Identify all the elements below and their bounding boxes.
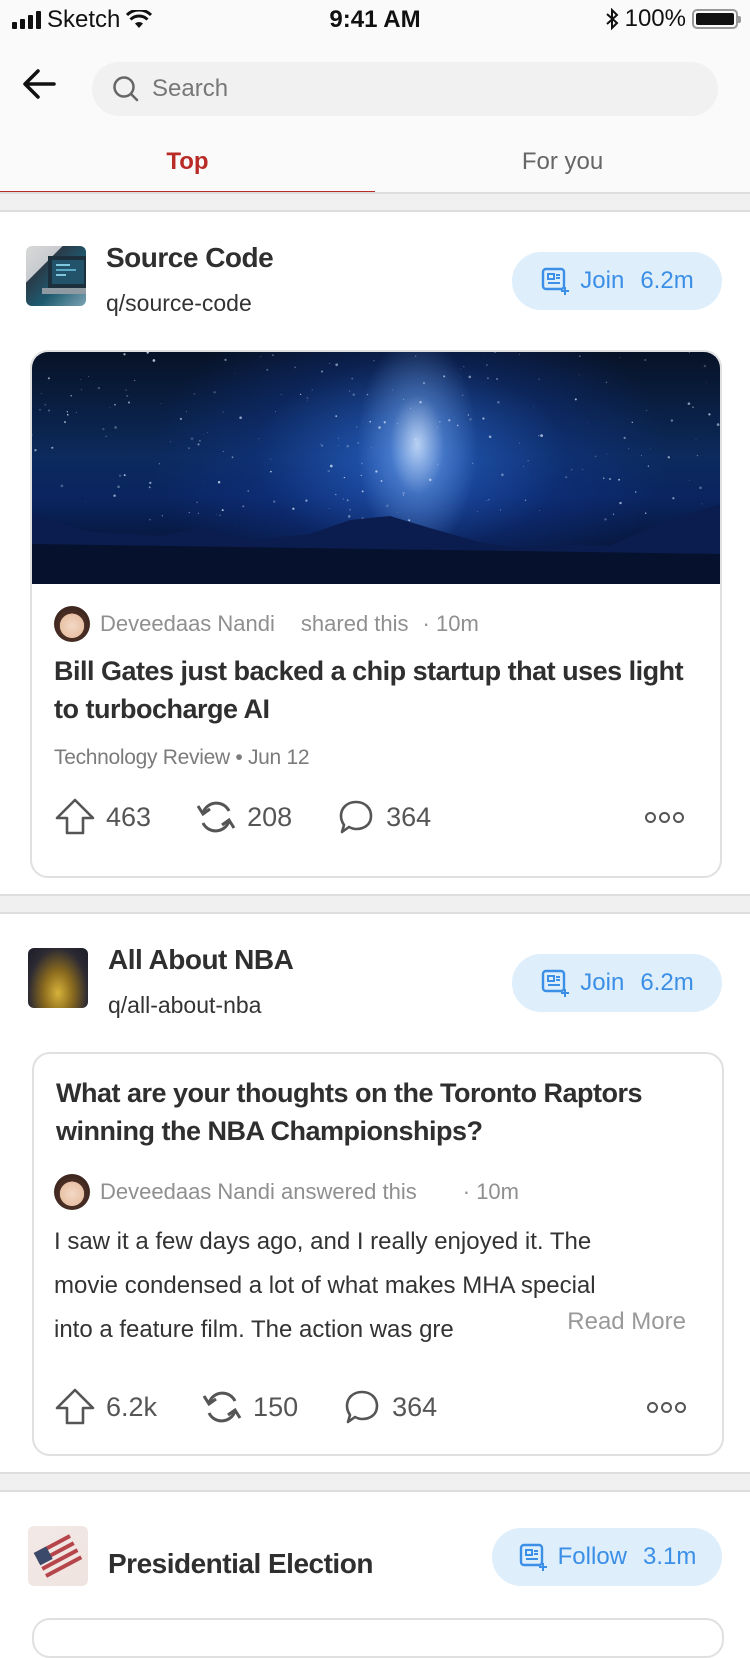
- back-button[interactable]: [20, 64, 60, 104]
- join-label: Join: [580, 969, 625, 996]
- join-button[interactable]: Join 6.2m: [512, 954, 722, 1012]
- comment-button[interactable]: 364: [342, 1387, 437, 1427]
- post-title[interactable]: Bill Gates just backed a chip startup th…: [54, 652, 698, 728]
- community-thumbnail[interactable]: [28, 948, 88, 1008]
- post-actions: 6.2k 150 364: [54, 1382, 700, 1432]
- author-line[interactable]: Deveedaas Nandi answered this: [100, 1179, 417, 1205]
- community-header: Source Code q/source-code Join 6.2m: [0, 232, 750, 332]
- upvote-count: 463: [106, 801, 152, 832]
- upvote-icon: [55, 1388, 95, 1425]
- community-name[interactable]: Presidential Election: [108, 1548, 373, 1580]
- answer-author-line: Deveedaas Nandi answered this · 10m: [54, 1174, 519, 1210]
- tab-bar: Top For you: [0, 142, 750, 195]
- post-time: · 10m: [422, 611, 479, 636]
- battery-icon: [692, 9, 741, 29]
- section-divider: [0, 894, 750, 914]
- post-image[interactable]: [32, 352, 720, 584]
- community-handle[interactable]: q/source-code: [106, 290, 252, 317]
- author-avatar[interactable]: [54, 606, 90, 642]
- member-count: 6.2m: [640, 969, 694, 996]
- post-card[interactable]: Deveedaas Nandi shared this · 10m Bill G…: [30, 350, 722, 878]
- search-bar[interactable]: [92, 62, 718, 116]
- answer-line: movie condensed a lot of what makes MHA …: [54, 1272, 596, 1299]
- battery-percent: 100%: [624, 5, 686, 32]
- bluetooth-icon: [605, 8, 619, 30]
- post-time: · 10m: [462, 1179, 519, 1204]
- add-space-icon: [519, 1543, 547, 1571]
- header: Top For you: [0, 40, 750, 195]
- answer-card[interactable]: What are your thoughts on the Toronto Ra…: [32, 1052, 724, 1456]
- comment-icon: [345, 1390, 379, 1424]
- member-count: 6.2m: [640, 267, 694, 294]
- share-button[interactable]: 208: [195, 797, 292, 837]
- more-options-button[interactable]: [645, 811, 684, 823]
- post-source: Technology Review • Jun 12: [54, 746, 310, 769]
- share-count: 150: [253, 1391, 299, 1422]
- tab-top[interactable]: Top: [0, 142, 375, 195]
- more-options-button[interactable]: [647, 1401, 686, 1413]
- comment-icon: [339, 800, 373, 834]
- community-thumbnail[interactable]: [26, 246, 86, 306]
- post-actions: 463 208 364: [54, 792, 698, 842]
- laptop-image: [42, 256, 86, 294]
- post-verb: shared this: [300, 611, 409, 636]
- upvote-button[interactable]: 463: [54, 797, 151, 837]
- follow-button[interactable]: Follow 3.1m: [492, 1528, 722, 1586]
- upvote-count: 6.2k: [106, 1391, 158, 1422]
- comment-count: 364: [386, 801, 432, 832]
- post-card-partial[interactable]: [32, 1618, 724, 1658]
- add-space-icon: [542, 969, 570, 997]
- upvote-icon: [55, 798, 95, 835]
- share-count: 208: [247, 801, 293, 832]
- mountain-silhouette: [32, 504, 720, 584]
- search-icon: [113, 76, 139, 102]
- reshare-icon: [202, 1391, 242, 1423]
- arrow-left-icon: [23, 69, 56, 99]
- answer-line: I saw it a few days ago, and I really en…: [54, 1228, 592, 1255]
- share-button[interactable]: 150: [201, 1387, 298, 1427]
- upvote-button[interactable]: 6.2k: [54, 1387, 157, 1427]
- status-bar: Sketch 9:41 AM 100%: [0, 0, 750, 40]
- add-space-icon: [542, 267, 570, 295]
- search-input[interactable]: [152, 75, 692, 103]
- tab-for-you[interactable]: For you: [375, 142, 750, 192]
- author-avatar[interactable]: [54, 1174, 90, 1210]
- read-more-link[interactable]: Read More: [567, 1308, 686, 1336]
- join-button[interactable]: Join 6.2m: [512, 252, 722, 310]
- post-author-line: Deveedaas Nandi shared this · 10m: [54, 606, 479, 642]
- join-label: Join: [580, 267, 625, 294]
- community-name[interactable]: Source Code: [106, 242, 274, 274]
- question-title[interactable]: What are your thoughts on the Toronto Ra…: [56, 1074, 700, 1150]
- community-handle[interactable]: q/all-about-nba: [108, 992, 261, 1019]
- community-name[interactable]: All About NBA: [108, 944, 294, 976]
- flag-image: [33, 1534, 83, 1578]
- comment-count: 364: [392, 1391, 438, 1422]
- community-header: Presidential Election Follow 3.1m: [0, 1512, 750, 1612]
- author-name[interactable]: Deveedaas Nandi: [100, 611, 275, 637]
- reshare-icon: [196, 801, 236, 833]
- comment-button[interactable]: 364: [336, 797, 431, 837]
- community-thumbnail[interactable]: [28, 1526, 88, 1586]
- section-divider: [0, 192, 750, 212]
- follow-label: Follow: [557, 1543, 627, 1570]
- member-count: 3.1m: [643, 1543, 697, 1570]
- community-header: All About NBA q/all-about-nba Join 6.2m: [0, 934, 750, 1034]
- section-divider: [0, 1472, 750, 1492]
